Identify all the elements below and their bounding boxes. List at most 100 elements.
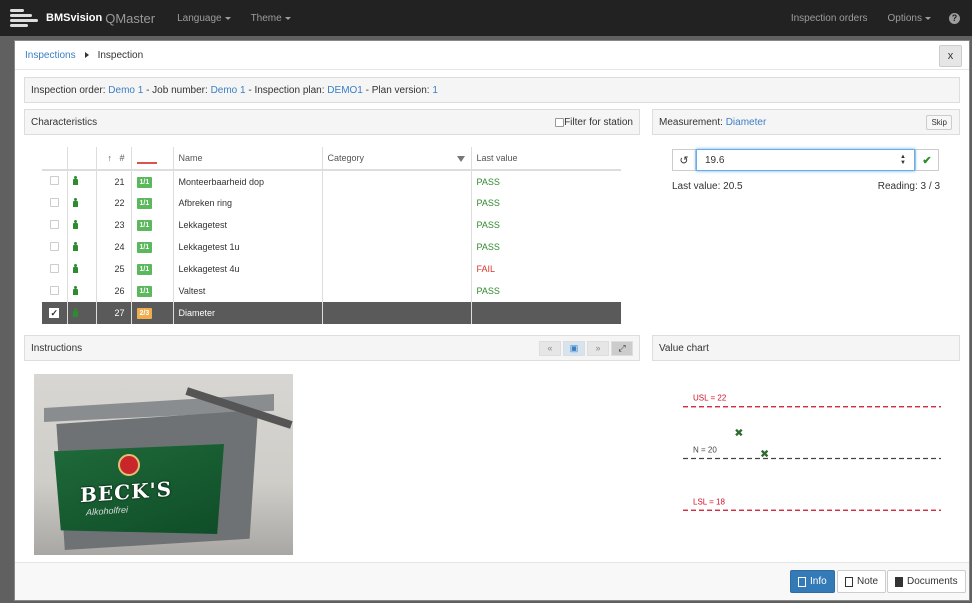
first-image-button[interactable]: « <box>539 340 561 356</box>
data-point: ✖ <box>760 447 769 460</box>
row-number: 25 <box>96 258 132 280</box>
table-row[interactable]: ✓ 27 2/3 Diameter <box>42 302 621 324</box>
filter-icon[interactable] <box>456 156 465 162</box>
row-category <box>322 280 472 302</box>
col-number-label: # <box>119 153 125 163</box>
job-link[interactable]: Demo 1 <box>211 85 246 96</box>
row-checkbox-cell[interactable] <box>42 170 68 192</box>
operator-cell <box>67 280 97 302</box>
version-label: - Plan version: <box>362 84 430 96</box>
col-name[interactable]: Name <box>173 147 323 171</box>
col-last-value[interactable]: Last value <box>471 147 621 171</box>
operator-icon <box>72 219 78 229</box>
brand-name: BMSvision <box>46 12 103 24</box>
reset-icon[interactable]: ↺ <box>672 149 696 171</box>
checked-checkbox-icon[interactable]: ✓ <box>49 308 60 318</box>
row-name: Diameter <box>173 302 323 324</box>
documents-button[interactable]: Documents <box>887 570 966 593</box>
filter-for-station[interactable]: Filter for station <box>555 117 633 128</box>
operator-cell <box>67 192 97 214</box>
table-row[interactable]: 24 1/1 Lekkagetest 1u PASS <box>42 236 621 258</box>
characteristics-panel-header: Characteristics Filter for station <box>24 109 640 135</box>
theme-menu[interactable]: Theme <box>241 0 301 36</box>
table-row[interactable]: 21 1/1 Monteerbaarheid dop PASS <box>42 170 621 192</box>
operator-icon <box>72 285 78 295</box>
brand[interactable]: BMSvision QMaster <box>0 0 155 36</box>
breadcrumb-separator-icon <box>84 52 89 58</box>
row-checkbox[interactable] <box>49 176 59 185</box>
options-menu[interactable]: Options <box>878 0 941 36</box>
order-link[interactable]: Demo 1 <box>108 85 143 96</box>
filter-checkbox[interactable] <box>555 117 565 127</box>
sample-badge-cell: 1/1 <box>131 280 174 302</box>
spinner-icon[interactable]: ▲ ▼ <box>900 154 906 166</box>
row-checkbox-cell[interactable] <box>42 192 68 214</box>
row-checkbox[interactable] <box>49 219 59 229</box>
instructions-toolbar: « ▣ » ⤢ <box>539 340 633 356</box>
confirm-check-icon[interactable]: ✔ <box>915 149 939 171</box>
row-last-value: PASS <box>476 198 500 208</box>
instructions-title: Instructions <box>31 342 83 354</box>
table-row[interactable]: 26 1/1 Valtest PASS <box>42 280 621 302</box>
measurement-input-row: ↺ 19.6 ▲ ▼ ✔ <box>672 149 939 171</box>
row-checkbox-cell[interactable] <box>42 214 68 236</box>
language-menu[interactable]: Language <box>167 0 241 36</box>
skip-button[interactable]: Skip <box>926 114 952 130</box>
value-chart-title: Value chart <box>659 342 709 354</box>
plan-link[interactable]: DEMO1 <box>327 85 363 96</box>
breadcrumb: Inspections Inspection <box>25 50 143 61</box>
help-icon[interactable]: ? <box>949 12 960 24</box>
col-category-label: Category <box>327 153 365 163</box>
options-label: Options <box>887 12 922 24</box>
row-checkbox[interactable] <box>49 263 59 273</box>
col-number[interactable]: ↑ # <box>96 147 132 171</box>
col-category[interactable]: Category <box>322 147 472 171</box>
info-button[interactable]: Info <box>790 570 835 593</box>
breadcrumb-inspections-link[interactable]: Inspections <box>25 50 76 61</box>
row-last-value <box>471 302 621 324</box>
sample-badge: 1/1 <box>136 264 153 275</box>
note-button[interactable]: Note <box>837 570 887 593</box>
row-checkbox[interactable] <box>49 241 59 251</box>
brand-logo-icon <box>10 7 42 29</box>
inspection-modal: Inspections Inspection x Inspection orde… <box>14 40 970 601</box>
row-name: Afbreken ring <box>173 192 323 214</box>
info-label: Info <box>810 576 827 587</box>
sample-badge: 2/3 <box>136 308 153 319</box>
data-point: ✖ <box>734 427 743 440</box>
measurement-input[interactable]: 19.6 ▲ ▼ <box>696 149 915 171</box>
operator-cell <box>67 170 97 192</box>
sample-badge: 1/1 <box>136 198 153 209</box>
instructions-panel-header: Instructions « ▣ » ⤢ <box>24 335 640 361</box>
modal-header: Inspections Inspection <box>15 41 969 70</box>
note-label: Note <box>857 576 879 587</box>
table-row[interactable]: 23 1/1 Lekkagetest PASS <box>42 214 621 236</box>
row-number: 22 <box>96 192 132 214</box>
file-icon <box>798 576 806 587</box>
image-icon[interactable]: ▣ <box>563 340 585 356</box>
inspection-orders-link[interactable]: Inspection orders <box>781 0 878 36</box>
operator-icon <box>72 197 78 207</box>
table-row[interactable]: 22 1/1 Afbreken ring PASS <box>42 192 621 214</box>
row-checkbox-cell[interactable] <box>42 258 68 280</box>
row-last-value: FAIL <box>476 264 496 274</box>
row-category <box>322 302 472 324</box>
operator-cell <box>67 302 97 324</box>
chevron-down-icon <box>925 16 931 20</box>
close-button[interactable]: x <box>939 45 962 67</box>
row-checkbox-cell[interactable] <box>42 236 68 258</box>
row-checkbox[interactable] <box>49 285 59 295</box>
table-row[interactable]: 25 1/1 Lekkagetest 4u FAIL <box>42 258 621 280</box>
expand-icon[interactable]: ⤢ <box>611 340 633 356</box>
row-number: 23 <box>96 214 132 236</box>
version-link[interactable]: 1 <box>432 85 438 96</box>
row-name: Monteerbaarheid dop <box>173 170 323 192</box>
operator-cell <box>67 236 97 258</box>
next-image-button[interactable]: » <box>587 340 609 356</box>
row-checkbox-cell[interactable]: ✓ <box>42 302 68 324</box>
documents-icon <box>895 576 903 587</box>
row-checkbox[interactable] <box>49 197 59 207</box>
row-checkbox-cell[interactable] <box>42 280 68 302</box>
order-info-bar: Inspection order: Demo 1 - Job number: D… <box>24 77 960 103</box>
operator-icon <box>72 241 78 251</box>
